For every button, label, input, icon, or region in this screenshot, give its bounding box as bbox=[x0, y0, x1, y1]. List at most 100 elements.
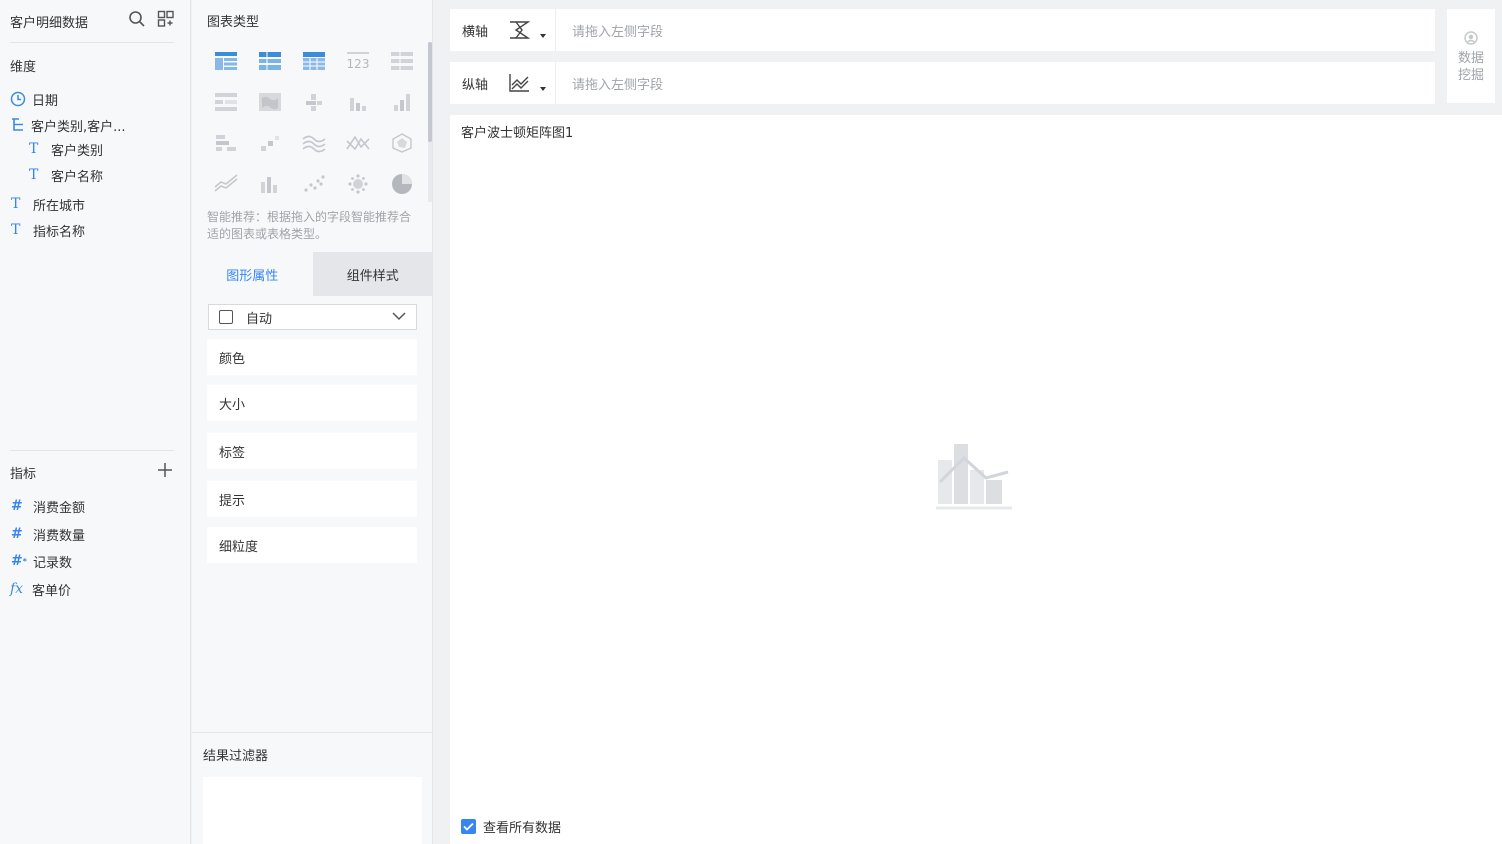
field-label: 消费金额 bbox=[33, 500, 86, 516]
measures-header: 指标 bbox=[10, 467, 37, 482]
field-label: 日期 bbox=[32, 93, 59, 109]
pie-chart-icon[interactable] bbox=[380, 163, 424, 204]
switch-dataset-icon[interactable] bbox=[157, 10, 177, 30]
tab-component-style[interactable]: 组件样式 bbox=[312, 252, 433, 296]
mark-type-select[interactable]: 自动 bbox=[208, 304, 417, 330]
y-axis-line-icon[interactable] bbox=[500, 62, 556, 104]
kpi-number-icon[interactable]: 123 bbox=[336, 40, 380, 81]
field-label: 客户类别 bbox=[51, 143, 104, 159]
svg-text:123: 123 bbox=[347, 57, 370, 71]
streamgraph-icon[interactable] bbox=[292, 122, 336, 163]
text-type-icon: T bbox=[29, 167, 39, 183]
smart-recommend-hint: 智能推荐：根据拖入的字段智能推荐合适的图表或表格类型。 bbox=[207, 210, 412, 241]
x-axis-row: 横轴 请拖入左侧字段 bbox=[450, 9, 1435, 51]
caret-down-icon bbox=[540, 87, 546, 91]
prop-tooltip[interactable]: 提示 bbox=[207, 481, 417, 517]
prop-granularity[interactable]: 细粒度 bbox=[207, 527, 417, 563]
data-mining-button[interactable]: 数据挖掘 bbox=[1447, 9, 1495, 103]
divider bbox=[192, 732, 433, 733]
clock-icon bbox=[10, 91, 28, 107]
caret-down-icon bbox=[540, 34, 546, 38]
y-axis-dropzone[interactable]: 请拖入左侧字段 bbox=[556, 74, 663, 93]
add-measure-icon[interactable] bbox=[156, 461, 174, 479]
field-unit-price[interactable]: fx 客单价 bbox=[10, 578, 71, 600]
dataset-title: 客户明细数据 bbox=[10, 16, 89, 31]
result-filter-title: 结果过滤器 bbox=[203, 749, 269, 764]
mark-type-value: 自动 bbox=[246, 311, 273, 327]
heatmap-table-icon[interactable] bbox=[204, 81, 248, 122]
view-all-data-toggle[interactable]: 查看所有数据 bbox=[461, 817, 561, 836]
chart-type-grid: 123 bbox=[204, 40, 424, 204]
radar-icon[interactable] bbox=[380, 122, 424, 163]
field-label: 记录数 bbox=[33, 555, 73, 571]
divider bbox=[10, 42, 174, 43]
x-axis-sort-icon[interactable] bbox=[500, 9, 556, 51]
field-record-count[interactable]: # * 记录数 bbox=[11, 550, 72, 572]
data-panel: 客户明细数据 维度 日期 客户类别,客户... T 客户类别 T 客户名称 T … bbox=[0, 0, 191, 844]
field-label: 指标名称 bbox=[33, 224, 86, 240]
scatter-icon[interactable] bbox=[292, 163, 336, 204]
chart-config-panel: 图表类型 123 智能推荐：根据拖入的字段智能推荐合适的图表或表格类型。 图形属… bbox=[192, 0, 433, 844]
field-date[interactable]: 日期 bbox=[10, 88, 58, 110]
chart-editor: 横轴 请拖入左侧字段 纵轴 请拖入左侧字段 数据挖掘 客户波士顿矩阵图1 查看所… bbox=[434, 0, 1502, 844]
bar-chart-icon[interactable] bbox=[336, 81, 380, 122]
field-city[interactable]: T 所在城市 bbox=[11, 193, 85, 215]
view-all-data-label: 查看所有数据 bbox=[483, 821, 562, 836]
chart-canvas: 客户波士顿矩阵图1 查看所有数据 bbox=[450, 115, 1502, 844]
x-axis-label: 横轴 bbox=[462, 24, 489, 40]
formula-icon: fx bbox=[10, 581, 24, 597]
field-label: 客户名称 bbox=[51, 169, 104, 185]
prop-label[interactable]: 标签 bbox=[207, 433, 417, 469]
field-label: 所在城市 bbox=[33, 198, 86, 214]
property-tabs: 图形属性 组件样式 bbox=[192, 252, 433, 296]
empty-chart-placeholder-icon bbox=[936, 442, 1012, 516]
cross-table-icon[interactable] bbox=[292, 40, 336, 81]
field-label: 消费数量 bbox=[33, 528, 86, 544]
chart-title[interactable]: 客户波士顿矩阵图1 bbox=[461, 122, 573, 141]
dimensions-header: 维度 bbox=[10, 60, 37, 75]
number-type-icon: # bbox=[11, 526, 23, 542]
tab-graphic-props[interactable]: 图形属性 bbox=[192, 252, 313, 296]
bar-line-icon[interactable] bbox=[248, 163, 292, 204]
search-icon[interactable] bbox=[128, 10, 148, 30]
area-line-icon[interactable] bbox=[204, 163, 248, 204]
text-type-icon: T bbox=[11, 222, 21, 238]
chart-type-scroll-thumb[interactable] bbox=[428, 42, 432, 142]
chart-type-title: 图表类型 bbox=[207, 15, 260, 30]
checkbox-checked-icon[interactable] bbox=[461, 819, 476, 834]
record-count-icon: # * bbox=[11, 553, 27, 569]
list-table-icon[interactable] bbox=[380, 40, 424, 81]
prop-size[interactable]: 大小 bbox=[207, 385, 417, 421]
matrix-icon[interactable] bbox=[204, 122, 248, 163]
y-axis-label: 纵轴 bbox=[462, 77, 489, 93]
field-label: 客单价 bbox=[32, 583, 72, 599]
field-label: 客户类别,客户... bbox=[31, 119, 126, 135]
field-amount[interactable]: # 消费金额 bbox=[11, 495, 85, 517]
chevron-down-icon bbox=[392, 310, 406, 325]
divider bbox=[10, 450, 174, 451]
column-chart-icon[interactable] bbox=[380, 81, 424, 122]
field-hierarchy[interactable]: 客户类别,客户... bbox=[10, 114, 126, 136]
prop-color[interactable]: 颜色 bbox=[207, 339, 417, 375]
result-filter-dropzone[interactable] bbox=[203, 777, 422, 844]
bubble-icon[interactable] bbox=[336, 163, 380, 204]
map-icon[interactable] bbox=[248, 81, 292, 122]
step-chart-icon[interactable] bbox=[248, 122, 292, 163]
grouped-table-icon[interactable] bbox=[204, 40, 248, 81]
field-customer-name[interactable]: T 客户名称 bbox=[29, 164, 103, 186]
detail-table-icon[interactable] bbox=[248, 40, 292, 81]
text-type-icon: T bbox=[11, 196, 21, 212]
x-axis-dropzone[interactable]: 请拖入左侧字段 bbox=[556, 21, 663, 40]
stacked-bar-icon[interactable] bbox=[292, 81, 336, 122]
field-indicator-name[interactable]: T 指标名称 bbox=[11, 219, 85, 241]
parallel-icon[interactable] bbox=[336, 122, 380, 163]
data-mining-label: 数据挖掘 bbox=[1457, 51, 1484, 83]
field-quantity[interactable]: # 消费数量 bbox=[11, 523, 85, 545]
text-type-icon: T bbox=[29, 141, 39, 157]
hierarchy-icon bbox=[10, 117, 28, 133]
y-axis-row: 纵轴 请拖入左侧字段 bbox=[450, 62, 1435, 104]
square-mark-icon bbox=[219, 310, 233, 324]
number-type-icon: # bbox=[11, 498, 23, 514]
data-mining-icon bbox=[1464, 31, 1478, 50]
field-customer-category[interactable]: T 客户类别 bbox=[29, 138, 103, 160]
